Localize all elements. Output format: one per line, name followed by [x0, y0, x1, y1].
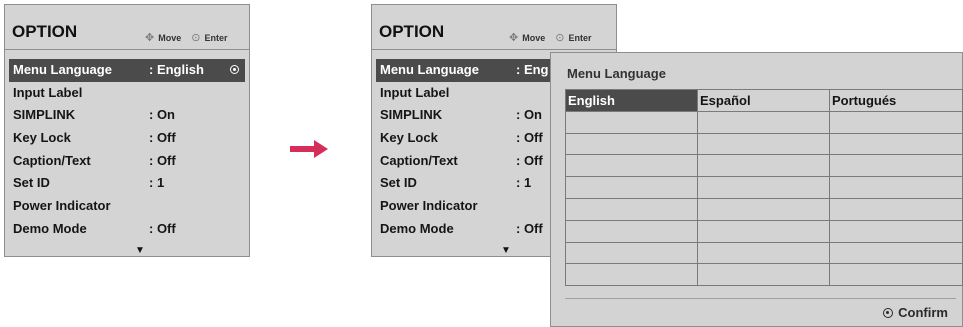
menu-item-value: : Off — [516, 130, 543, 146]
menu-item-label: SIMPLINK — [13, 107, 76, 123]
language-cell-empty — [830, 155, 963, 178]
enter-circle-icon: ⊙ — [555, 32, 565, 44]
language-grid: English Español Portugués — [565, 89, 963, 287]
language-cell-empty — [698, 111, 830, 134]
dpad-arrows-icon: ✥ — [145, 32, 155, 44]
language-cell-empty — [566, 155, 698, 178]
menu-language-popup: Menu Language English Español Portugués — [550, 52, 963, 327]
confirm-label: Confirm — [898, 305, 948, 320]
popup-title: Menu Language — [567, 66, 666, 81]
panel-title: OPTION — [379, 22, 445, 41]
menu-item-menu-language[interactable]: Menu Language : English — [9, 59, 245, 82]
menu-item-value: : Eng — [516, 62, 549, 77]
panel-title: OPTION — [12, 22, 78, 41]
panel-header: OPTION ✥ Move ⊙ Enter — [5, 5, 249, 50]
menu-item-value: : Off — [516, 220, 543, 236]
menu-item-label: Menu Language — [13, 62, 112, 77]
language-option-english[interactable]: English — [566, 90, 698, 112]
language-cell-empty — [566, 198, 698, 221]
down-triangle-icon[interactable]: ▼ — [501, 246, 511, 256]
language-option-portugues[interactable]: Portugués — [830, 90, 963, 112]
menu-item-value: : On — [516, 107, 542, 123]
menu-item-label: Caption/Text — [13, 152, 91, 168]
language-cell-empty — [566, 111, 698, 134]
navigation-hints: ✥ Move ⊙ Enter — [145, 31, 227, 44]
menu-item-label: Menu Language — [380, 62, 479, 77]
navigation-hints: ✥ Move ⊙ Enter — [509, 31, 591, 44]
menu-item-label: Input Label — [380, 84, 450, 100]
option-menu-list: Menu Language : English Input Label SIMP… — [9, 59, 245, 241]
menu-item-label: SIMPLINK — [380, 107, 443, 123]
menu-item-label: Input Label — [13, 84, 83, 100]
hint-move-label: Move — [158, 32, 182, 43]
confirm-button[interactable]: Confirm — [883, 305, 948, 320]
menu-item-label: Demo Mode — [13, 220, 87, 236]
menu-item-input-label[interactable]: Input Label — [9, 82, 245, 105]
language-cell-empty — [698, 133, 830, 156]
language-cell-empty — [566, 220, 698, 243]
menu-item-value: : Off — [149, 152, 176, 168]
option-menu-panel: OPTION ✥ Move ⊙ Enter Menu Language : En… — [4, 4, 250, 257]
menu-item-value: : Off — [516, 152, 543, 168]
panel-header: OPTION ✥ Move ⊙ Enter — [372, 5, 616, 50]
down-triangle-icon[interactable]: ▼ — [135, 246, 145, 256]
language-cell-empty — [698, 220, 830, 243]
menu-item-value: : English — [149, 62, 204, 77]
hint-enter-label: Enter — [568, 32, 592, 43]
language-cell-empty — [830, 177, 963, 199]
menu-item-label: Set ID — [13, 175, 50, 191]
language-cell-empty — [698, 177, 830, 199]
menu-item-label: Caption/Text — [380, 152, 458, 168]
menu-item-label: Set ID — [380, 175, 417, 191]
language-cell-empty — [830, 264, 963, 287]
menu-item-demo-mode[interactable]: Demo Mode : Off — [9, 218, 245, 241]
dpad-arrows-icon: ✥ — [509, 32, 519, 44]
menu-item-caption-text[interactable]: Caption/Text : Off — [9, 150, 245, 173]
language-cell-empty — [698, 155, 830, 178]
menu-item-set-id[interactable]: Set ID : 1 — [9, 172, 245, 195]
menu-item-value: : Off — [149, 220, 176, 236]
menu-item-key-lock[interactable]: Key Lock : Off — [9, 127, 245, 150]
enter-circle-icon: ⊙ — [191, 32, 201, 44]
menu-item-label: Power Indicator — [13, 198, 111, 214]
language-option-espanol[interactable]: Español — [698, 90, 830, 112]
hint-move-label: Move — [522, 32, 546, 43]
menu-item-label: Key Lock — [13, 130, 71, 146]
right-arrow-icon — [290, 140, 328, 158]
language-cell-empty — [830, 220, 963, 243]
menu-item-value: : 1 — [516, 175, 532, 191]
menu-item-value: : On — [149, 107, 175, 123]
language-cell-empty — [830, 133, 963, 156]
menu-item-value: : 1 — [149, 175, 165, 191]
enter-circle-icon — [230, 65, 239, 74]
menu-item-power-indicator[interactable]: Power Indicator — [9, 195, 245, 218]
popup-divider — [565, 298, 956, 299]
menu-item-label: Key Lock — [380, 130, 438, 146]
hint-enter-label: Enter — [204, 32, 228, 43]
menu-item-label: Demo Mode — [380, 220, 454, 236]
menu-item-simplink[interactable]: SIMPLINK : On — [9, 104, 245, 127]
language-cell-empty — [830, 111, 963, 134]
language-cell-empty — [566, 177, 698, 199]
language-cell-empty — [698, 264, 830, 287]
language-cell-empty — [566, 242, 698, 265]
language-cell-empty — [698, 242, 830, 265]
menu-item-label: Power Indicator — [380, 198, 478, 214]
confirm-circle-icon — [883, 307, 894, 318]
language-cell-empty — [830, 198, 963, 221]
language-cell-empty — [566, 133, 698, 156]
menu-item-value: : Off — [149, 130, 176, 146]
language-cell-empty — [566, 264, 698, 287]
language-cell-empty — [698, 198, 830, 221]
language-cell-empty — [830, 242, 963, 265]
